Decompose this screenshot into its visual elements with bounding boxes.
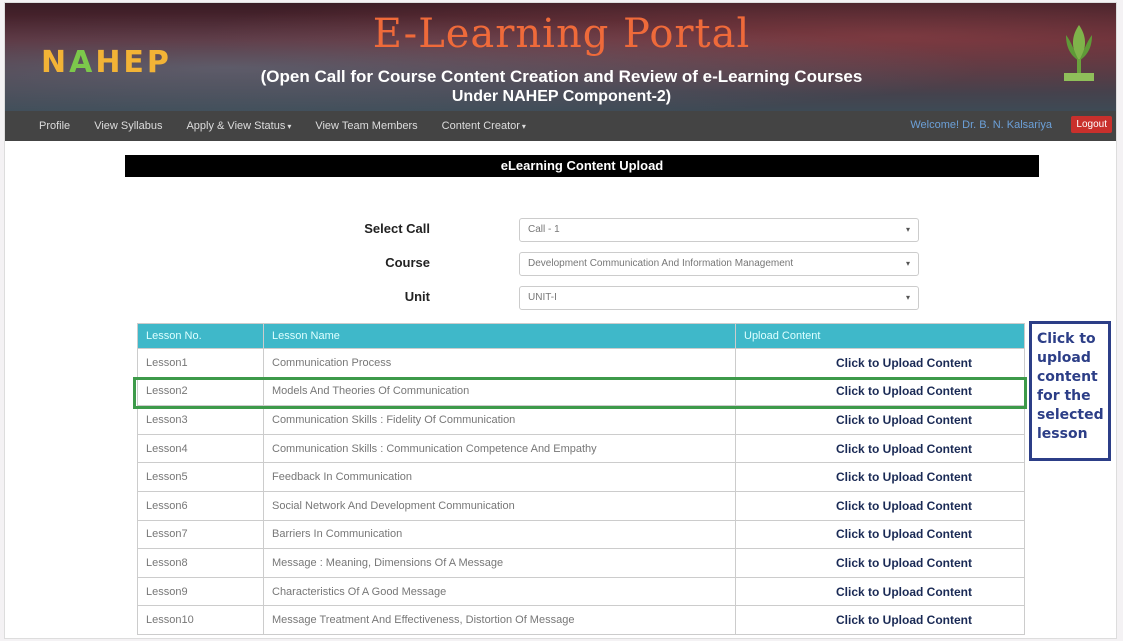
select-call-row: Select Call Call - 1 ▾ [5,218,1116,248]
unit-dropdown[interactable]: UNIT-I ▾ [519,286,919,310]
upload-content-label: Click to Upload Content [836,555,972,570]
table-row: Lesson9 Characteristics Of A Good Message… [137,576,1025,607]
chevron-down-icon: ▾ [905,259,910,268]
upload-content-label: Click to Upload Content [836,412,972,427]
upload-content-label: Click to Upload Content [836,355,972,370]
lesson-name-cell: Barriers In Communication [263,519,736,550]
lesson-name-cell: Message : Meaning, Dimensions Of A Messa… [263,548,736,578]
upload-content-label: Click to Upload Content [836,527,972,542]
upload-content-label: Click to Upload Content [836,441,972,456]
upload-content-label: Click to Upload Content [836,613,972,628]
upload-content-label: Click to Upload Content [836,584,972,599]
table-header-row: Lesson No. Lesson Name Upload Content [137,323,1025,349]
table-row: Lesson4 Communication Skills : Communicat… [137,433,1025,464]
lesson-no-cell: Lesson5 [137,462,264,492]
lesson-name-cell: Communication Skills : Communication Com… [263,433,736,464]
upload-content-link[interactable]: Click to Upload Content [735,348,1025,378]
welcome-text: Welcome! Dr. B. N. Kalsariya [910,119,1052,131]
selected-row-highlight [133,377,1027,409]
table-row: Lesson3 Communication Skills : Fidelity O… [137,405,1025,435]
app-frame: NAHEP E-Learning Portal (Open Call for C… [4,2,1117,639]
header-lesson-no: Lesson No. [137,323,264,349]
lesson-name-cell: Communication Skills : Fidelity Of Commu… [263,405,736,435]
upload-content-link[interactable]: Click to Upload Content [735,490,1025,521]
lesson-no-cell: Lesson1 [137,348,264,378]
course-label: Course [385,255,430,270]
lesson-no-cell: Lesson4 [137,433,264,464]
chevron-down-icon: ▾ [905,293,910,302]
nav-content-creator[interactable]: Content Creator ▾ [430,120,538,132]
upload-content-link[interactable]: Click to Upload Content [735,405,1025,435]
upload-content-link[interactable]: Click to Upload Content [735,433,1025,464]
table-row: Lesson8 Message : Meaning, Dimensions Of … [137,548,1025,578]
upload-content-link[interactable]: Click to Upload Content [735,605,1025,635]
unit-row: Unit UNIT-I ▾ [5,286,1116,316]
icar-emblem-icon [1064,25,1094,81]
lesson-name-cell: Social Network And Development Communica… [263,490,736,521]
header-lesson-name: Lesson Name [263,323,736,349]
lesson-name-cell: Communication Process [263,348,736,378]
caret-down-icon: ▾ [521,122,526,131]
nav-view-syllabus[interactable]: View Syllabus [82,120,174,132]
nav-apply-label: Apply & View Status [186,120,286,132]
lesson-name-cell: Characteristics Of A Good Message [263,576,736,607]
chevron-down-icon: ▾ [905,225,910,234]
nav-apply-view-status[interactable]: Apply & View Status ▾ [174,120,303,132]
table-row: Lesson5 Feedback In Communication Click to… [137,462,1025,492]
logout-button[interactable]: Logout [1071,116,1112,133]
table-row: Lesson7 Barriers In Communication Click to… [137,519,1025,550]
top-nav: Profile View Syllabus Apply & View Statu… [5,111,1116,141]
upload-content-label: Click to Upload Content [836,498,972,513]
course-row: Course Development Communication And Inf… [5,252,1116,282]
lesson-no-cell: Lesson6 [137,490,264,521]
lesson-no-cell: Lesson7 [137,519,264,550]
table-row: Lesson10 Message Treatment And Effectiven… [137,605,1025,635]
upload-content-label: Click to Upload Content [836,470,972,485]
unit-label: Unit [404,289,430,304]
nav-content-creator-label: Content Creator [441,120,520,132]
select-call-dropdown[interactable]: Call - 1 ▾ [519,218,919,242]
table-row: Lesson1 Communication Process Click to Upl… [137,348,1025,378]
lesson-no-cell: Lesson8 [137,548,264,578]
header-upload-content: Upload Content [735,323,1025,349]
portal-title: E-Learning Portal [372,11,751,57]
select-call-value: Call - 1 [528,224,560,235]
caret-down-icon: ▾ [287,122,292,131]
lesson-no-cell: Lesson10 [137,605,264,635]
callout-note: Click to upload content for the selected… [1029,321,1111,461]
header-banner: NAHEP E-Learning Portal (Open Call for C… [5,3,1116,111]
table-row: Lesson6 Social Network And Development Co… [137,490,1025,521]
nav-view-team-members[interactable]: View Team Members [303,120,429,132]
upload-content-link[interactable]: Click to Upload Content [735,519,1025,550]
upload-content-link[interactable]: Click to Upload Content [735,576,1025,607]
lesson-name-cell: Message Treatment And Effectiveness, Dis… [263,605,736,635]
portal-subtitle-2: Under NAHEP Component-2) [451,88,672,105]
course-dropdown[interactable]: Development Communication And Informatio… [519,252,919,276]
course-value: Development Communication And Informatio… [528,258,794,269]
page-title: eLearning Content Upload [125,155,1039,177]
upload-content-link[interactable]: Click to Upload Content [735,462,1025,492]
lessons-table: Lesson No. Lesson Name Upload Content Le… [137,323,1025,635]
lesson-no-cell: Lesson3 [137,405,264,435]
upload-content-link[interactable]: Click to Upload Content [735,548,1025,578]
lesson-no-cell: Lesson9 [137,576,264,607]
nav-profile[interactable]: Profile [5,120,82,132]
select-call-label: Select Call [364,221,430,236]
portal-subtitle: (Open Call for Course Content Creation a… [260,67,863,86]
lesson-name-cell: Feedback In Communication [263,462,736,492]
unit-value: UNIT-I [528,292,557,303]
